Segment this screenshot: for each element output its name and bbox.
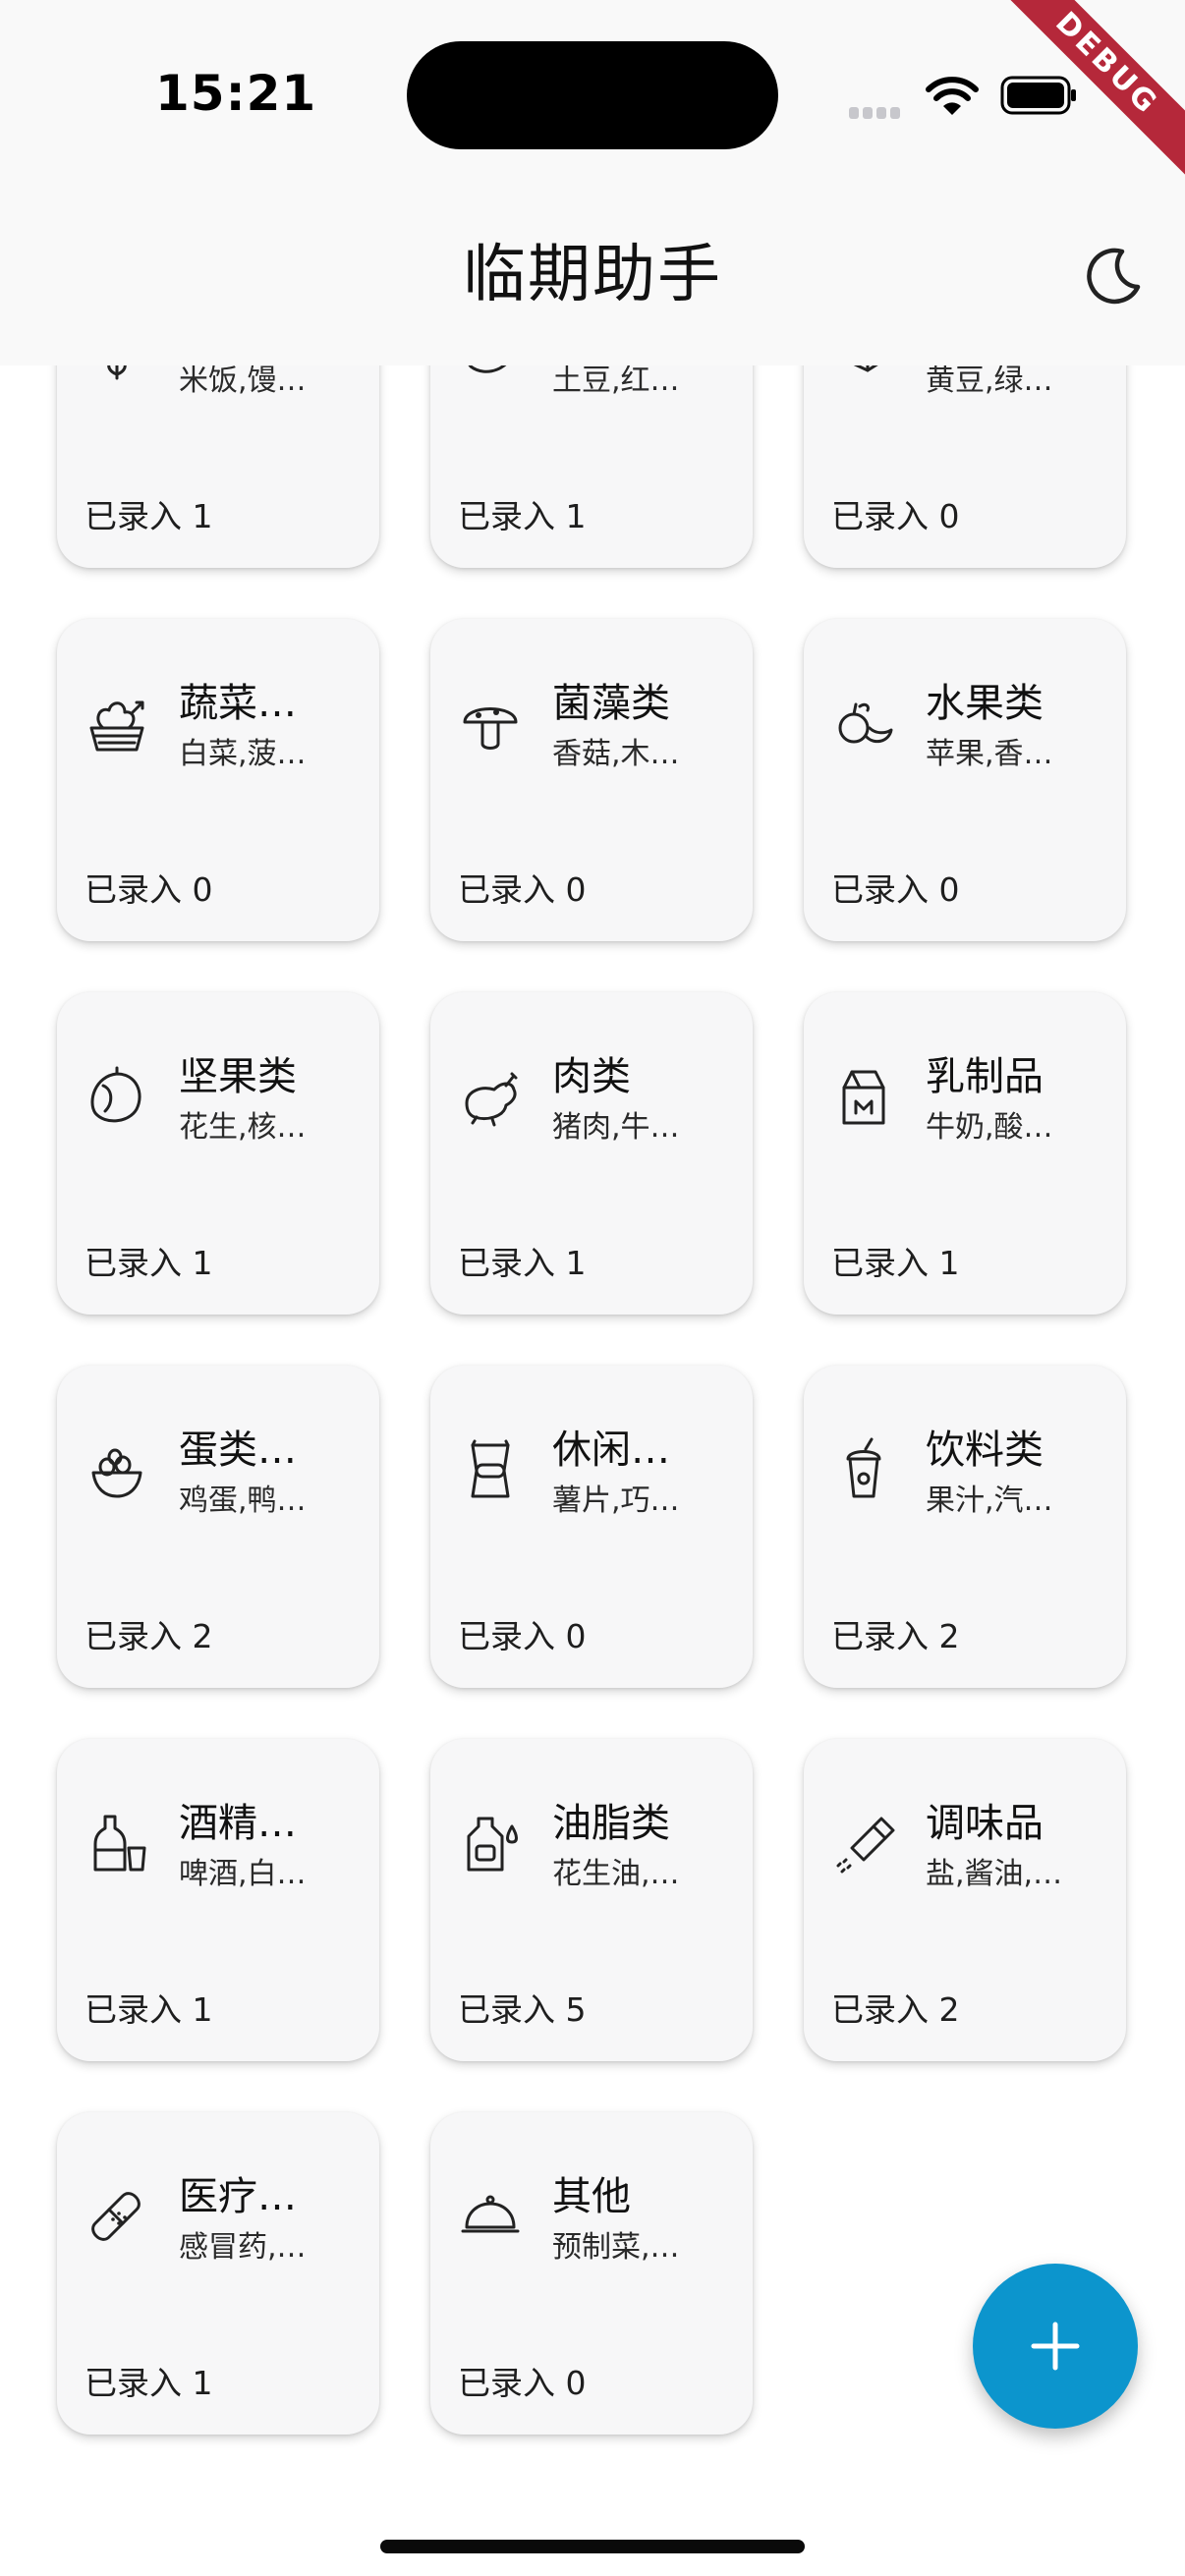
category-card[interactable]: 油脂类 花生油,… 已录入 5 — [430, 1739, 753, 2061]
category-count: 已录入 1 — [85, 2364, 213, 2402]
category-examples: 土豆,红… — [552, 364, 680, 398]
category-count: 已录入 1 — [831, 1244, 960, 1282]
oil-bottle-icon — [454, 1808, 527, 1880]
category-count: 已录入 2 — [831, 1990, 960, 2029]
category-count: 已录入 0 — [831, 870, 960, 909]
egg-basket-icon — [81, 1434, 153, 1507]
category-name: 菌藻类 — [552, 681, 670, 726]
bandage-icon — [81, 2181, 153, 2254]
category-count: 已录入 1 — [85, 497, 213, 535]
category-count: 已录入 0 — [458, 2364, 587, 2402]
category-count: 已录入 2 — [85, 1617, 213, 1655]
category-count: 已录入 5 — [458, 1990, 587, 2029]
category-name: 乳制品 — [926, 1054, 1044, 1099]
category-count: 已录入 0 — [831, 497, 960, 535]
category-card[interactable]: 乳制品 牛奶,酸… 已录入 1 — [804, 992, 1126, 1315]
category-count: 已录入 1 — [85, 1244, 213, 1282]
page-title: 临期助手 — [463, 239, 722, 311]
category-examples: 盐,酱油,… — [926, 1857, 1063, 1891]
home-indicator[interactable] — [380, 2540, 805, 2553]
dynamic-island — [407, 41, 778, 149]
category-name: 肉类 — [552, 1054, 631, 1099]
status-time: 15:21 — [155, 65, 317, 122]
category-card[interactable]: 蔬菜… 白菜,菠… 已录入 0 — [57, 619, 379, 941]
category-name: 蔬菜… — [179, 681, 297, 726]
category-examples: 猪肉,牛… — [552, 1110, 680, 1145]
category-examples: 薯片,巧… — [552, 1484, 680, 1518]
category-name: 其他 — [552, 2174, 631, 2219]
milk-carton-icon — [827, 1061, 900, 1134]
category-examples: 花生油,… — [552, 1857, 680, 1891]
category-card[interactable]: 调味品 盐,酱油,… 已录入 2 — [804, 1739, 1126, 2061]
category-examples: 鸡蛋,鸭… — [179, 1484, 307, 1518]
category-card[interactable]: 其他 预制菜,… 已录入 0 — [430, 2112, 753, 2435]
salt-shaker-icon — [827, 1808, 900, 1880]
category-examples: 牛奶,酸… — [926, 1110, 1053, 1145]
category-card[interactable]: 饮料类 果汁,汽… 已录入 2 — [804, 1366, 1126, 1688]
plus-icon — [1031, 2322, 1080, 2371]
category-examples: 苹果,香… — [926, 737, 1053, 771]
cellular-signal-icon — [849, 104, 908, 119]
category-card[interactable]: 蛋类… 鸡蛋,鸭… 已录入 2 — [57, 1366, 379, 1688]
fruit-icon — [827, 688, 900, 760]
category-count: 已录入 1 — [458, 1244, 587, 1282]
mushroom-icon — [454, 688, 527, 760]
category-grid: 谷物类 米饭,馒… 已录入 1 淀粉… 土豆,红… 已录入 1 豆类… 黄豆,绿… — [57, 246, 1128, 2435]
add-item-button[interactable] — [973, 2264, 1138, 2429]
category-card[interactable]: 水果类 苹果,香… 已录入 0 — [804, 619, 1126, 941]
food-cloche-icon — [454, 2181, 527, 2254]
category-examples: 黄豆,绿… — [926, 364, 1053, 398]
category-examples: 果汁,汽… — [926, 1484, 1053, 1518]
category-card[interactable]: 医疗… 感冒药,… 已录入 1 — [57, 2112, 379, 2435]
snack-bag-icon — [454, 1434, 527, 1507]
category-examples: 感冒药,… — [179, 2230, 307, 2265]
vegetable-basket-icon — [81, 688, 153, 760]
category-name: 医疗… — [179, 2174, 297, 2219]
category-name: 水果类 — [926, 681, 1044, 726]
category-count: 已录入 0 — [458, 1617, 587, 1655]
category-card[interactable]: 休闲… 薯片,巧… 已录入 0 — [430, 1366, 753, 1688]
category-name: 油脂类 — [552, 1801, 670, 1846]
category-card[interactable]: 菌藻类 香菇,木… 已录入 0 — [430, 619, 753, 941]
battery-icon — [1000, 76, 1076, 115]
liquor-bottle-icon — [81, 1808, 153, 1880]
category-count: 已录入 1 — [458, 497, 587, 535]
chicken-icon — [454, 1061, 527, 1134]
moon-icon[interactable] — [1083, 246, 1144, 307]
drink-cup-icon — [827, 1434, 900, 1507]
category-name: 休闲… — [552, 1428, 670, 1473]
category-examples: 啤酒,白… — [179, 1857, 307, 1891]
category-count: 已录入 1 — [85, 1990, 213, 2029]
category-name: 调味品 — [926, 1801, 1044, 1846]
category-name: 饮料类 — [926, 1428, 1044, 1473]
category-examples: 花生,核… — [179, 1110, 307, 1145]
app-header: 15:21 临期助手 — [0, 0, 1185, 365]
category-card[interactable]: 酒精… 啤酒,白… 已录入 1 — [57, 1739, 379, 2061]
nut-icon — [81, 1061, 153, 1134]
category-card[interactable]: 肉类 猪肉,牛… 已录入 1 — [430, 992, 753, 1315]
category-examples: 白菜,菠… — [179, 737, 307, 771]
category-name: 蛋类… — [179, 1428, 297, 1473]
category-card[interactable]: 坚果类 花生,核… 已录入 1 — [57, 992, 379, 1315]
wifi-icon — [926, 77, 979, 115]
category-name: 酒精… — [179, 1801, 297, 1846]
category-examples: 米饭,馒… — [179, 364, 307, 398]
category-examples: 香菇,木… — [552, 737, 680, 771]
category-count: 已录入 2 — [831, 1617, 960, 1655]
category-count: 已录入 0 — [458, 870, 587, 909]
category-examples: 预制菜,… — [552, 2230, 680, 2265]
category-name: 坚果类 — [179, 1054, 297, 1099]
category-count: 已录入 0 — [85, 870, 213, 909]
